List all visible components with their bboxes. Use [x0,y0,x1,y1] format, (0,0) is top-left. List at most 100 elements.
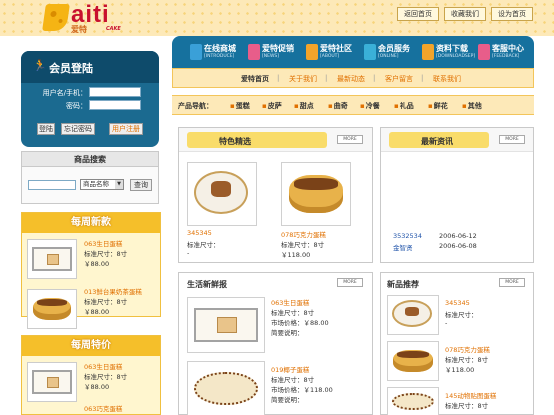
product-image[interactable] [387,295,439,335]
product-image[interactable] [27,289,77,329]
product-image[interactable] [187,297,265,353]
product-image[interactable] [187,162,257,226]
product-price: 市场价格：￥118.00 [271,386,333,394]
search-title: 商品搜索 [22,152,158,167]
subnav-home[interactable]: 爱特首页 [241,74,269,84]
product-name[interactable]: 345345 [187,229,212,237]
search-category-select[interactable]: 商品名称 ▼ [80,179,124,190]
download-icon [422,44,434,60]
password-label: 密码： [66,102,87,110]
more-button[interactable]: MORE [337,135,363,144]
bookmark-link[interactable]: 收藏我们 [444,7,486,21]
runner-icon: 🏃 [33,59,47,72]
category-item[interactable]: 蛋糕 [230,101,250,111]
category-item[interactable]: 甜点 [294,101,314,111]
logo-cn: 爱特 [71,25,87,34]
subnav-news[interactable]: 最新动态 [337,74,365,84]
product-name[interactable]: 063生日蛋糕 [271,297,309,307]
nav-label: 爱特促销 [262,44,294,53]
product-name[interactable]: 345345 [445,299,470,307]
list-item[interactable]: 063生日蛋糕 标准尺寸：8寸 ￥88.00 [22,235,160,285]
product-image[interactable] [27,239,77,279]
featured-header: 特色精选 MORE [179,128,372,152]
nav-sub: [ONLINE] [378,54,399,59]
nav-label: 客服中心 [492,44,524,53]
more-button[interactable]: MORE [499,135,525,144]
category-item[interactable]: 礼品 [394,101,414,111]
category-item[interactable]: 其他 [462,101,482,111]
product-name[interactable]: 063生日蛋糕 [84,363,122,371]
more-button[interactable]: MORE [499,278,525,287]
username-input[interactable] [89,87,141,97]
username-label: 用户名/手机： [42,89,87,97]
fresh-title: 生活新鲜报 [187,280,227,289]
product-size: 标准尺寸：8寸 [281,241,325,249]
product-name[interactable]: 063巧克蛋糕 [84,405,122,413]
product-name[interactable]: 019椰子蛋糕 [271,364,309,374]
logo[interactable]: aiti 爱特 CAKE [42,1,140,35]
featured-panel: 特色精选 MORE 345345 标准尺寸： - 078巧克力蛋糕 标准尺寸：8… [178,127,373,263]
news-header: 最新资讯 MORE [381,128,533,152]
more-button[interactable]: MORE [337,278,363,287]
product-price: ￥88.00 [84,308,110,316]
new-products-panel: 新品推荐 MORE 345345 标准尺寸： - 078巧克力蛋糕 标准尺寸：8… [380,272,534,415]
product-price: ￥88.00 [84,260,110,268]
nav-item-promo[interactable]: 爱特促销 [NEWS] [248,42,306,64]
search-input[interactable] [28,180,76,190]
nav-item-service[interactable]: 客服中心 [FEEDBACK] [478,42,536,64]
product-price: ￥88.00 [84,383,110,391]
chevron-down-icon[interactable]: ▼ [115,180,123,189]
password-input[interactable] [89,100,141,110]
product-name[interactable]: 145动物贴图蛋糕 [445,390,496,400]
nav-item-member[interactable]: 会员服务 [ONLINE] [364,42,422,64]
featured-title: 特色精选 [219,137,251,146]
nav-label: 爱特社区 [320,44,352,53]
login-panel: 🏃 会员登陆 用户名/手机： 密码： 登陆 忘记密码 用户注册 [21,51,159,147]
register-button[interactable]: 用户注册 [109,123,143,135]
category-item[interactable]: 鲜花 [428,101,448,111]
product-name[interactable]: 078巧克力蛋糕 [445,344,490,354]
cheese-logo-icon [42,4,70,31]
product-name[interactable]: 078巧克力蛋糕 [281,229,326,239]
nav-item-community[interactable]: 爱特社区 [ABOUT] [306,42,364,64]
product-name[interactable]: 063生日蛋糕 [84,240,122,248]
set-homepage-link[interactable]: 设为首页 [491,7,533,21]
category-bar: 产品导航： 蛋糕 皮萨 甜点 曲奇 冷餐 礼品 鲜花 其他 [172,95,534,115]
subnav-guestbook[interactable]: 客户留言 [385,74,413,84]
product-name[interactable]: 013鲜台果奶茶蛋糕 [84,288,142,296]
product-size: 标准尺寸：8寸 [445,402,489,410]
subnav-about[interactable]: 关于我们 [289,74,317,84]
main-nav: 在线商城 [INTRODUCE] 爱特促销 [NEWS] 爱特社区 [ABOUT… [172,36,534,68]
list-item[interactable]: 013鲜台果奶茶蛋糕 标准尺寸：8寸 ￥88.00 [22,285,160,335]
category-item[interactable]: 曲奇 [328,101,348,111]
category-item[interactable]: 冷餐 [360,101,380,111]
logo-sub: CAKE [106,26,121,32]
forgot-password-button[interactable]: 忘记密码 [61,123,95,135]
nav-item-mall[interactable]: 在线商城 [INTRODUCE] [190,42,248,64]
nav-label: 资料下载 [436,44,468,53]
home-link[interactable]: 返回首页 [397,7,439,21]
search-category-value: 商品名称 [83,180,109,188]
search-panel: 商品搜索 商品名称 ▼ 查询 [21,151,159,204]
service-icon [478,44,490,60]
list-item[interactable]: 063生日蛋糕 标准尺寸：8寸 ￥88.00 [22,358,160,408]
nav-item-download[interactable]: 资料下载 [DOWNLOADSEP] [422,42,480,64]
search-button[interactable]: 查询 [130,179,152,191]
list-item[interactable]: 063巧克蛋糕 [22,402,160,415]
product-image[interactable] [27,362,77,402]
category-item[interactable]: 皮萨 [262,101,282,111]
weekly-special-title: 每周特价 [22,336,160,356]
product-size: 标准尺寸：8寸 [271,309,315,317]
community-icon [306,44,318,60]
product-image[interactable] [187,361,265,415]
product-price: ￥118.00 [281,251,311,259]
news-title-link[interactable]: 金智贤 [393,242,413,252]
product-price: - [445,319,448,327]
product-image[interactable] [387,387,439,415]
product-image[interactable] [281,162,351,226]
news-date: 2006-06-12 [439,232,477,240]
product-image[interactable] [387,341,439,381]
news-title-link[interactable]: 3532534 [393,232,422,240]
subnav-contact[interactable]: 联系我们 [433,74,461,84]
login-button[interactable]: 登陆 [37,123,55,135]
